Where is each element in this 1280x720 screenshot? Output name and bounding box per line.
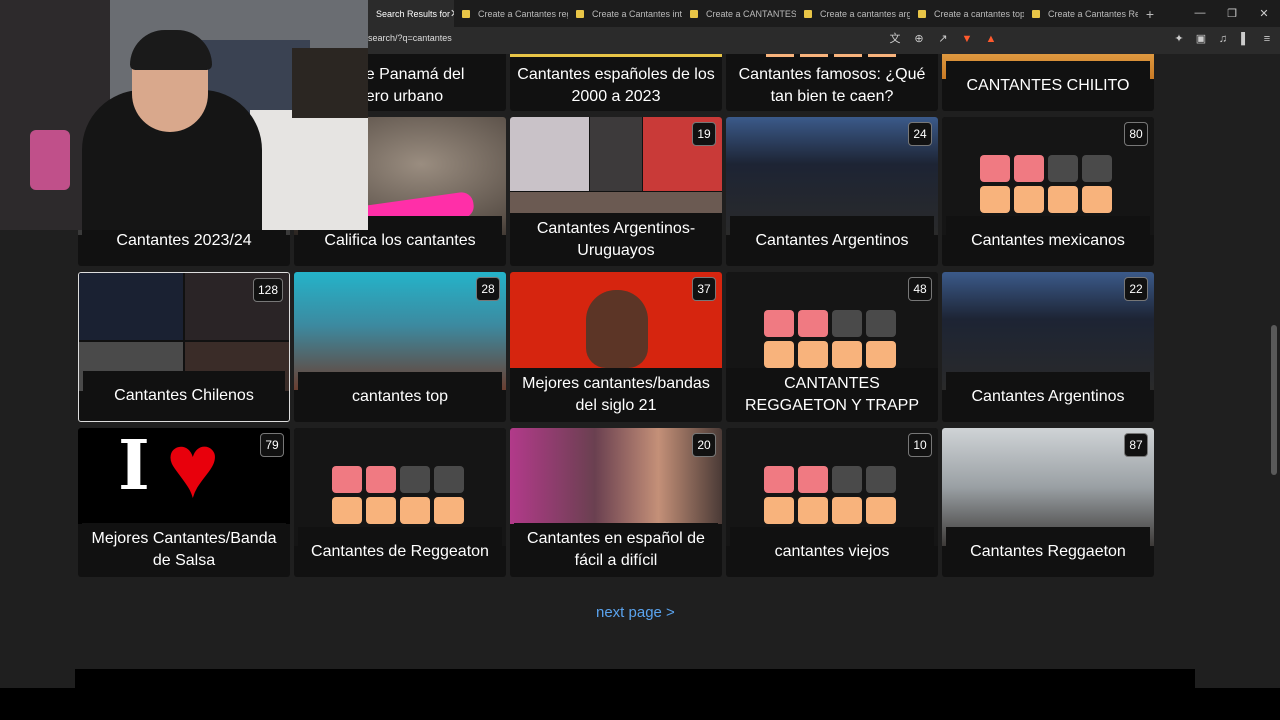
question-count-badge: 87 <box>1124 433 1148 457</box>
quiz-title: Cantantes españoles de los 2000 a 2023 <box>514 61 718 111</box>
tab-create-2[interactable]: Create a Cantantes inte <box>568 0 682 27</box>
tab-create-4[interactable]: Create a cantantes arg <box>796 0 910 27</box>
brave-shields-icon[interactable]: ▼ <box>960 31 974 47</box>
favicon-icon <box>690 9 698 18</box>
question-count-badge: 79 <box>260 433 284 457</box>
tab-label: Create a cantantes top <box>934 8 1024 19</box>
question-count-badge: 37 <box>692 277 716 301</box>
quiz-title: Cantantes Reggaeton <box>946 527 1150 577</box>
address-actions: 文 ⊕ ↗ ▼ ▲ <box>888 31 998 47</box>
window-controls: — ❐ ✕ <box>1184 7 1280 20</box>
question-count-badge: 20 <box>692 433 716 457</box>
quiz-card[interactable]: 37 Mejores cantantes/bandas del siglo 21 <box>510 272 722 422</box>
quiz-thumbnail <box>510 54 722 57</box>
quiz-card[interactable]: 22 Cantantes Argentinos <box>942 272 1154 422</box>
quiz-thumbnail: I ♥ <box>78 428 290 524</box>
tab-create-1[interactable]: Create a Cantantes reg <box>454 0 568 27</box>
quiz-thumbnail <box>510 272 722 368</box>
minimize-icon[interactable]: — <box>1184 7 1216 20</box>
restore-icon[interactable]: ❐ <box>1216 7 1248 20</box>
media-icon[interactable]: ♫ <box>1216 31 1230 47</box>
quiz-title: Cantantes famosos: ¿Qué tan bien te caen… <box>730 61 934 111</box>
quiz-title: Mejores Cantantes/Banda de Salsa <box>82 523 286 577</box>
quiz-title: CANTANTES REGGAETON Y TRAPP <box>730 368 934 422</box>
quiz-card[interactable]: 48 CANTANTES REGGAETON Y TRAPP <box>726 272 938 422</box>
quiz-card[interactable]: Cantantes españoles de los 2000 a 2023 <box>510 54 722 111</box>
quiz-title: Cantantes en español de fácil a difícil <box>514 523 718 577</box>
tab-label: Search Results for <box>376 8 451 19</box>
quiz-card[interactable]: 19 Cantantes Argentinos- Uruguayos <box>510 117 722 266</box>
quiz-card[interactable]: 87 Cantantes Reggaeton <box>942 428 1154 577</box>
extension-actions: ✦ ▣ ♫ ▌ ≡ <box>1172 31 1274 47</box>
share-icon[interactable]: ↗ <box>936 31 950 47</box>
quiz-card[interactable]: 24 Cantantes Argentinos <box>726 117 938 266</box>
quiz-title: Cantantes de Reggeaton <box>298 527 502 577</box>
favicon-icon <box>462 9 470 18</box>
quiz-thumbnail <box>510 428 722 524</box>
quiz-card[interactable]: CANTANTES CHILITO <box>942 54 1154 111</box>
love-logo: I <box>118 428 150 506</box>
next-page-link[interactable]: next page > <box>596 604 675 621</box>
tab-create-3[interactable]: Create a CANTANTES F <box>682 0 796 27</box>
quiz-card[interactable]: 10 cantantes viejos <box>726 428 938 577</box>
question-count-badge: 19 <box>692 122 716 146</box>
tab-label: Create a CANTANTES F <box>706 8 796 19</box>
zoom-icon[interactable]: ⊕ <box>912 31 926 47</box>
scroll-thumb[interactable] <box>1271 325 1277 475</box>
question-count-badge: 24 <box>908 122 932 146</box>
tab-label: Create a cantantes arg <box>820 8 910 19</box>
webcam-overlay <box>0 0 368 230</box>
tab-label: Create a Cantantes Re <box>1048 8 1138 19</box>
sidebar-icon[interactable]: ▌ <box>1238 31 1252 47</box>
favicon-icon <box>804 9 812 18</box>
quiz-title: CANTANTES CHILITO <box>946 61 1150 111</box>
extensions-icon[interactable]: ✦ <box>1172 31 1186 47</box>
tab-label: Create a Cantantes reg <box>478 8 568 19</box>
quiz-title: Cantantes Argentinos- Uruguayos <box>514 214 718 266</box>
tab-label: Create a Cantantes inte <box>592 8 682 19</box>
tab-search-results[interactable]: Search Results for ✕ <box>368 0 454 27</box>
favicon-icon <box>1032 9 1040 18</box>
page-scrollbar[interactable] <box>1268 54 1280 688</box>
quiz-card[interactable]: 20 Cantantes en español de fácil a difíc… <box>510 428 722 577</box>
translate-icon[interactable]: 文 <box>888 31 902 47</box>
tab-create-5[interactable]: Create a cantantes top <box>910 0 1024 27</box>
quiz-card[interactable]: Cantantes de Reggeaton <box>294 428 506 577</box>
brave-rewards-icon[interactable]: ▲ <box>984 31 998 47</box>
quiz-title: cantantes top <box>298 372 502 422</box>
quiz-thumbnail <box>726 54 938 57</box>
quiz-card[interactable]: I ♥ 79 Mejores Cantantes/Banda de Salsa <box>78 428 290 577</box>
quiz-title: Cantantes Argentinos <box>730 216 934 266</box>
tile-grid <box>764 310 896 368</box>
quiz-title: Cantantes mexicanos <box>946 216 1150 266</box>
quiz-card[interactable]: 28 cantantes top <box>294 272 506 422</box>
close-window-icon[interactable]: ✕ <box>1248 7 1280 20</box>
quiz-title: Cantantes Argentinos <box>946 372 1150 422</box>
quiz-title: Cantantes Chilenos <box>83 371 285 421</box>
page-footer <box>75 669 1195 689</box>
heart-icon: ♥ <box>166 428 220 517</box>
question-count-badge: 28 <box>476 277 500 301</box>
quiz-card[interactable]: 128 Cantantes Chilenos <box>78 272 290 422</box>
favicon-icon <box>918 9 926 18</box>
question-count-badge: 80 <box>1124 122 1148 146</box>
question-count-badge: 128 <box>252 278 283 302</box>
quiz-title: cantantes viejos <box>730 527 934 577</box>
quiz-card[interactable]: 80 Cantantes mexicanos <box>942 117 1154 266</box>
tab-create-6[interactable]: Create a Cantantes Re <box>1024 0 1138 27</box>
quiz-card[interactable]: Cantantes famosos: ¿Qué tan bien te caen… <box>726 54 938 111</box>
question-count-badge: 10 <box>908 433 932 457</box>
question-count-badge: 48 <box>908 277 932 301</box>
favicon-icon <box>576 9 584 18</box>
quiz-thumbnail <box>510 117 722 213</box>
wallet-icon[interactable]: ▣ <box>1194 31 1208 47</box>
quiz-title: Mejores cantantes/bandas del siglo 21 <box>514 368 718 422</box>
address-bar[interactable]: search/?q=cantantes <box>368 33 452 43</box>
question-count-badge: 22 <box>1124 277 1148 301</box>
taskbar-area <box>0 688 1280 720</box>
quiz-thumbnail <box>726 272 938 368</box>
new-tab-button[interactable]: + <box>1138 6 1162 22</box>
menu-icon[interactable]: ≡ <box>1260 31 1274 47</box>
